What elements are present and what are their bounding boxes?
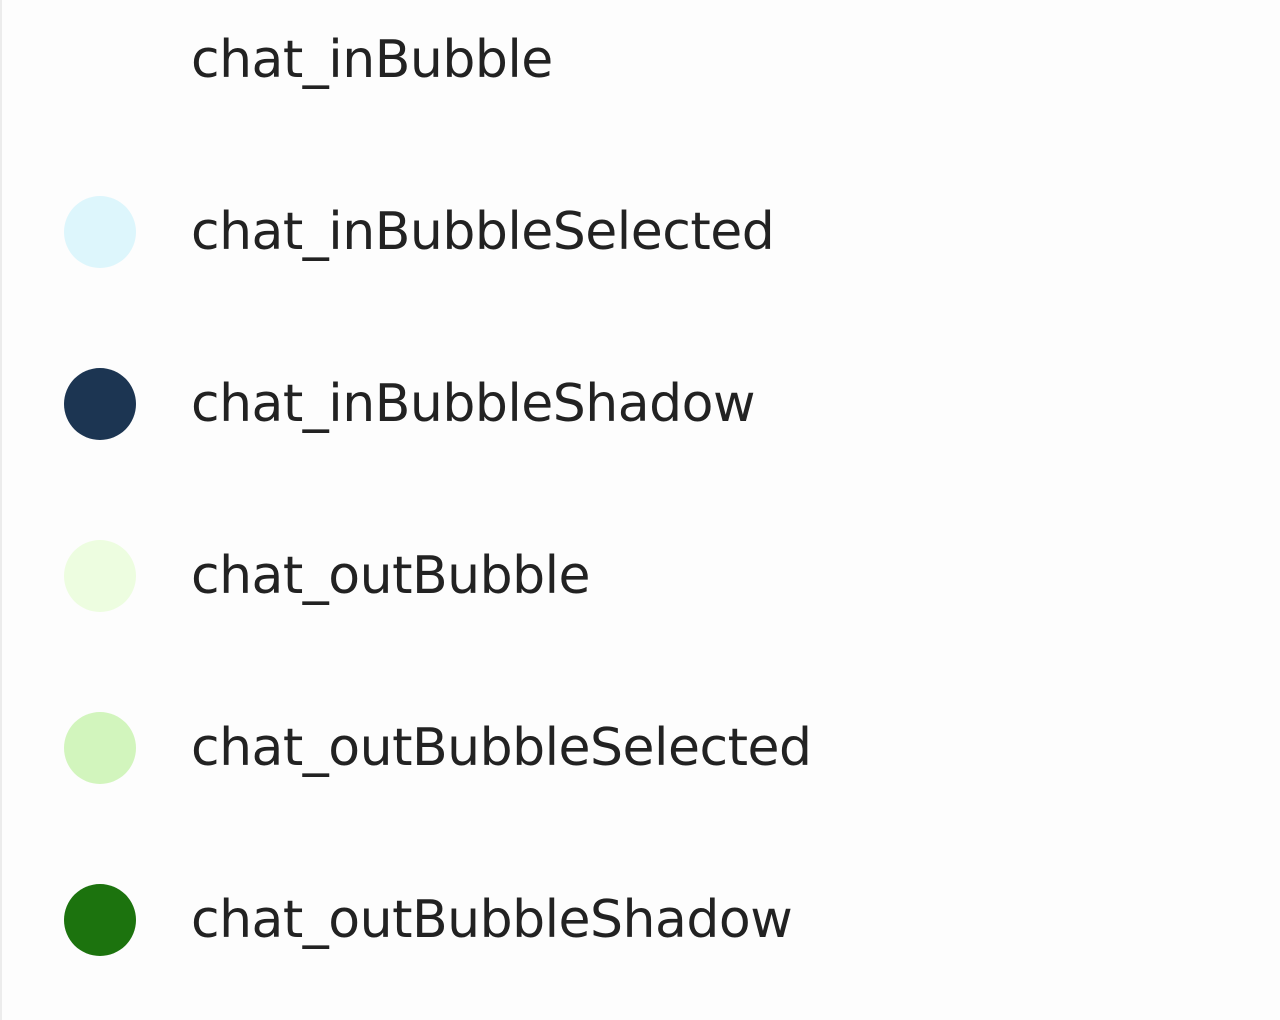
theme-color-list: chat_inBubble chat_inBubbleSelected chat… xyxy=(0,0,1280,1020)
color-row-chat-outbubbleselected[interactable]: chat_outBubbleSelected xyxy=(0,662,1280,834)
color-key-label: chat_outBubbleShadow xyxy=(191,890,793,950)
color-key-label: chat_outBubble xyxy=(191,546,591,606)
color-row-chat-outbubbleshadow[interactable]: chat_outBubbleShadow xyxy=(0,834,1280,1006)
color-swatch xyxy=(64,540,136,612)
color-row-chat-inbubble[interactable]: chat_inBubble xyxy=(0,0,1280,146)
color-key-label: chat_inBubble xyxy=(191,30,553,90)
color-swatch xyxy=(64,196,136,268)
color-swatch xyxy=(64,884,136,956)
color-row-chat-outbubble[interactable]: chat_outBubble xyxy=(0,490,1280,662)
color-key-label: chat_outBubbleSelected xyxy=(191,718,812,778)
color-key-label: chat_inBubbleSelected xyxy=(191,202,775,262)
color-row-chat-inbubbleselected[interactable]: chat_inBubbleSelected xyxy=(0,146,1280,318)
color-swatch xyxy=(64,24,136,96)
color-key-label: chat_inBubbleShadow xyxy=(191,374,755,434)
color-swatch xyxy=(64,712,136,784)
color-row-chat-inbubbleshadow[interactable]: chat_inBubbleShadow xyxy=(0,318,1280,490)
color-swatch xyxy=(64,368,136,440)
